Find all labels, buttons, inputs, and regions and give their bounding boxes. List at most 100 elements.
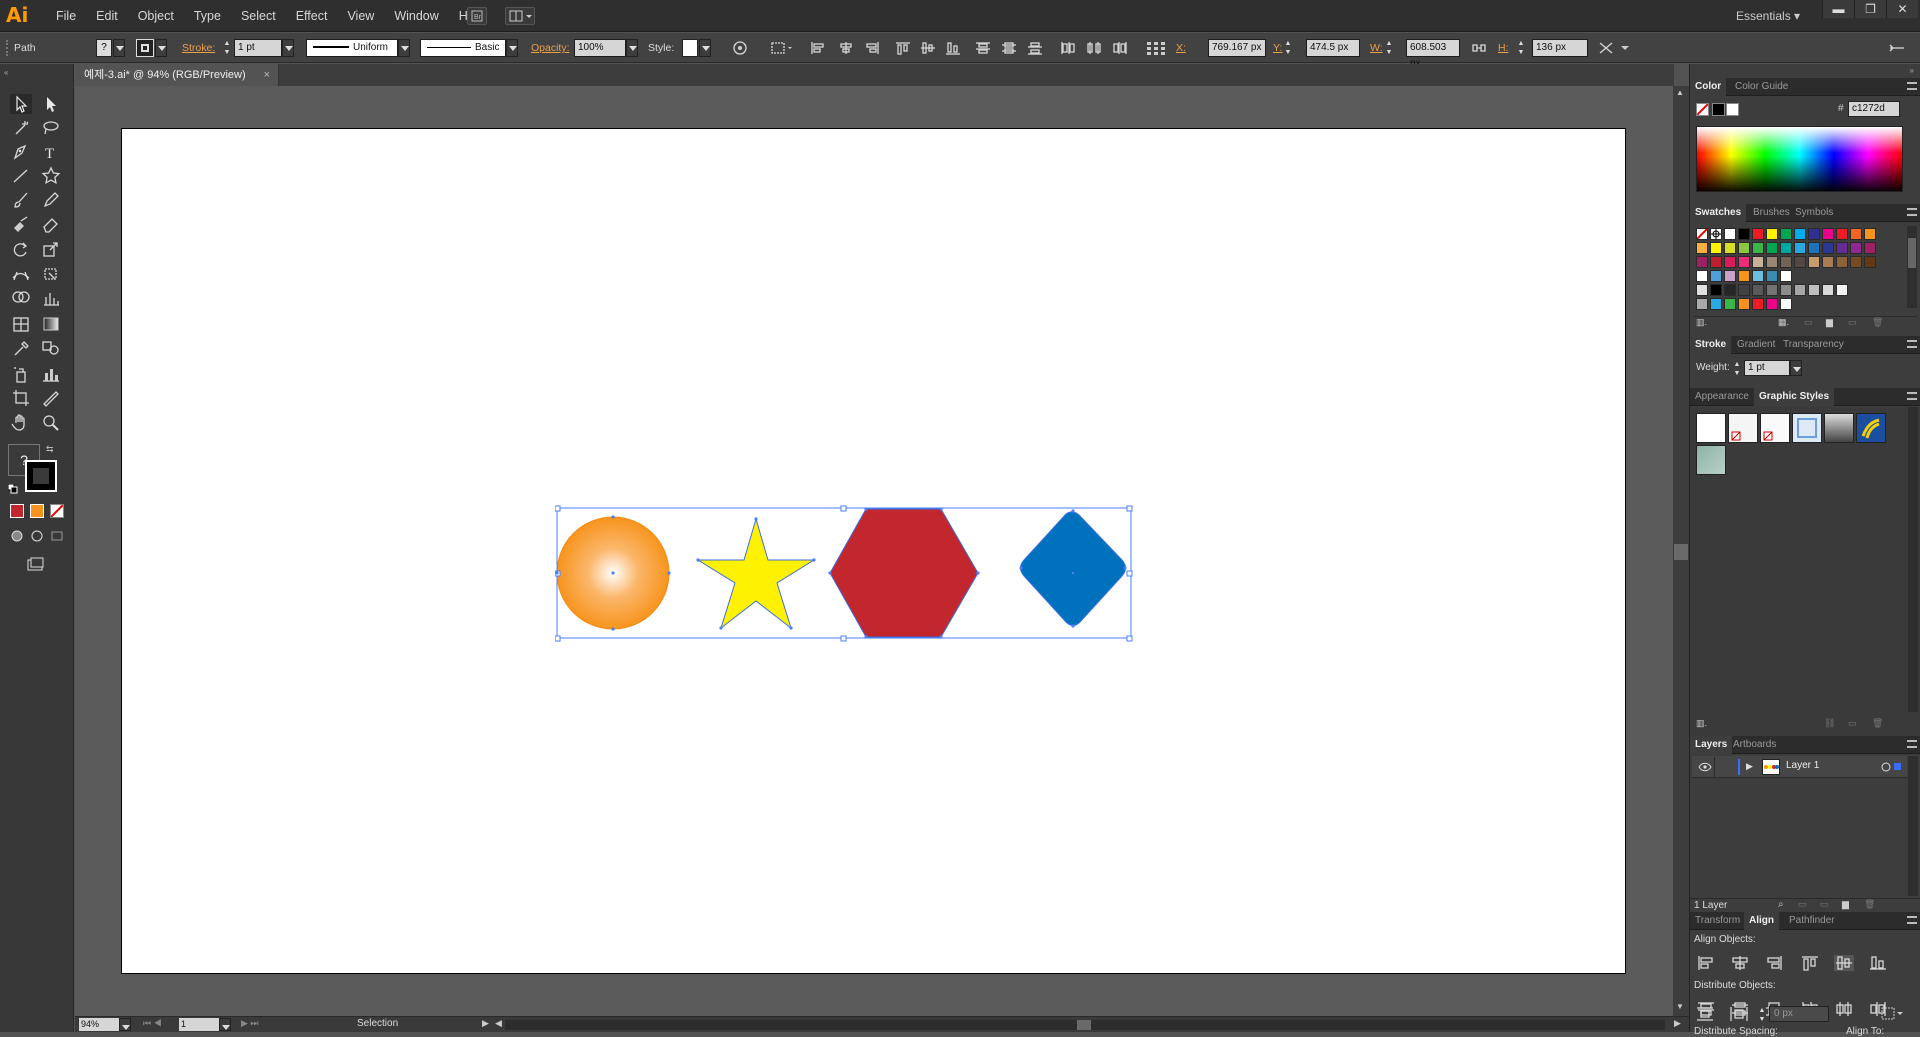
color-spectrum[interactable] <box>1696 126 1903 192</box>
dist-vspace-icon[interactable] <box>1695 1006 1715 1022</box>
vertical-align-center-icon[interactable] <box>920 41 936 55</box>
shape-builder-tool[interactable] <box>10 288 32 308</box>
status-menu-arrow[interactable]: ▶ <box>482 1018 489 1029</box>
swatch[interactable] <box>1766 228 1778 240</box>
horizontal-align-left-icon[interactable] <box>810 41 826 55</box>
eye-icon[interactable] <box>1698 762 1712 772</box>
constrain-proportions-icon[interactable] <box>1470 41 1488 55</box>
horizontal-scroll-thumb[interactable] <box>1077 1020 1091 1030</box>
trash-icon[interactable]: 🗑 <box>1872 317 1883 328</box>
weight-dropdown[interactable] <box>1790 360 1802 376</box>
swatch[interactable] <box>1836 256 1848 268</box>
graphic-style-2[interactable] <box>1728 413 1758 443</box>
distribute-hcenter-icon[interactable] <box>1086 41 1102 55</box>
menu-type[interactable]: Type <box>184 0 231 32</box>
default-colors-icon[interactable] <box>8 484 18 494</box>
stroke-swatch[interactable] <box>136 39 154 57</box>
weight-stepper[interactable]: ▲ ▼ <box>1732 360 1742 378</box>
swatch[interactable] <box>1724 228 1736 240</box>
swatch[interactable] <box>1710 242 1722 254</box>
swatch[interactable] <box>1794 228 1806 240</box>
swatch[interactable] <box>1850 256 1862 268</box>
align-right-icon[interactable] <box>1764 955 1784 971</box>
arrange-documents-button[interactable] <box>505 7 535 25</box>
swatch-options-icon[interactable]: ▭ <box>1804 317 1813 328</box>
swatch[interactable] <box>1836 228 1848 240</box>
new-sublayer-icon[interactable]: ▭ <box>1820 899 1829 910</box>
black-swatch[interactable] <box>1712 103 1725 116</box>
swatch[interactable] <box>1738 284 1750 296</box>
horizontal-align-right-icon[interactable] <box>864 41 880 55</box>
distribute-vcenter-icon[interactable] <box>1001 41 1017 55</box>
swatch[interactable] <box>1752 242 1764 254</box>
red-hexagon[interactable] <box>829 508 979 638</box>
swatch[interactable] <box>1864 256 1876 268</box>
fill-unknown-swatch[interactable]: ? <box>96 39 112 57</box>
graphic-style-3[interactable] <box>1760 413 1790 443</box>
swatch[interactable] <box>1822 228 1834 240</box>
swatch[interactable] <box>1822 256 1834 268</box>
tab-brushes[interactable]: Brushes <box>1748 204 1795 222</box>
stroke-color-box[interactable] <box>25 460 57 492</box>
brush-definition[interactable]: Basic <box>420 39 506 57</box>
stroke-label[interactable]: Stroke: <box>182 40 215 56</box>
type-tool[interactable]: T <box>40 142 62 162</box>
swatch[interactable] <box>1738 270 1750 282</box>
align-vcenter-icon[interactable] <box>1834 955 1854 971</box>
graph-tool[interactable] <box>40 288 62 308</box>
minimize-button[interactable]: ▬ <box>1822 0 1854 18</box>
width-tool[interactable] <box>10 264 32 284</box>
close-tab-button[interactable]: × <box>264 64 270 86</box>
graphic-styles-panel-menu-icon[interactable] <box>1907 392 1917 400</box>
blob-brush-tool[interactable] <box>10 214 32 234</box>
tab-artboards[interactable]: Artboards <box>1728 736 1781 754</box>
yellow-star[interactable] <box>696 517 816 630</box>
align-to-selection-icon[interactable] <box>770 41 794 55</box>
y-field[interactable]: 474.5 px <box>1306 39 1360 57</box>
menu-edit[interactable]: Edit <box>86 0 128 32</box>
swatch[interactable] <box>1710 298 1722 310</box>
graphic-style-libraries-icon[interactable]: ▥. <box>1696 718 1707 729</box>
swatch[interactable] <box>1724 270 1736 282</box>
menu-file[interactable]: File <box>46 0 86 32</box>
menu-object[interactable]: Object <box>128 0 184 32</box>
graphic-style-4[interactable] <box>1792 413 1822 443</box>
document-tab[interactable]: 예제-3.ai* @ 94% (RGB/Preview) × <box>74 64 279 86</box>
layers-scrollbar[interactable] <box>1908 756 1918 896</box>
brush-dropdown[interactable] <box>506 39 518 57</box>
column-graph-tool[interactable] <box>40 364 62 384</box>
transform-icon[interactable] <box>1598 41 1614 55</box>
swatch[interactable] <box>1780 284 1792 296</box>
swatch[interactable] <box>1822 242 1834 254</box>
recolor-artwork-icon[interactable] <box>732 41 748 55</box>
tab-swatches[interactable]: Swatches <box>1690 204 1747 222</box>
swatch[interactable] <box>1808 242 1820 254</box>
paintbrush-tool[interactable] <box>10 190 32 210</box>
swatch[interactable] <box>1864 242 1876 254</box>
swatch[interactable] <box>1808 228 1820 240</box>
swatch[interactable] <box>1752 284 1764 296</box>
swatch[interactable] <box>1850 228 1862 240</box>
artboard-dropdown[interactable] <box>219 1018 231 1031</box>
vertical-align-bottom-icon[interactable] <box>945 41 961 55</box>
star-tool[interactable] <box>40 166 62 186</box>
menu-effect[interactable]: Effect <box>286 0 338 32</box>
swatch[interactable] <box>1766 284 1778 296</box>
reference-point-icon[interactable] <box>1146 41 1166 55</box>
scroll-down-arrow[interactable]: ▼ <box>1676 1002 1684 1011</box>
direct-selection-tool[interactable] <box>40 94 62 114</box>
graphic-style-7[interactable] <box>1696 445 1726 475</box>
pen-tool[interactable] <box>10 142 32 162</box>
graphic-style-5[interactable] <box>1824 413 1854 443</box>
stroke-weight-dropdown[interactable] <box>282 39 294 57</box>
none-swatch-icon[interactable] <box>1696 103 1709 116</box>
tab-appearance[interactable]: Appearance <box>1690 388 1754 406</box>
swatch[interactable] <box>1724 256 1736 268</box>
swatch[interactable] <box>1738 242 1750 254</box>
swatch[interactable] <box>1766 270 1778 282</box>
bridge-button[interactable]: Br <box>467 7 487 25</box>
swatch[interactable] <box>1794 256 1806 268</box>
swatch[interactable] <box>1752 256 1764 268</box>
rotate-tool[interactable] <box>10 240 32 260</box>
draw-inside-icon[interactable] <box>50 530 64 542</box>
